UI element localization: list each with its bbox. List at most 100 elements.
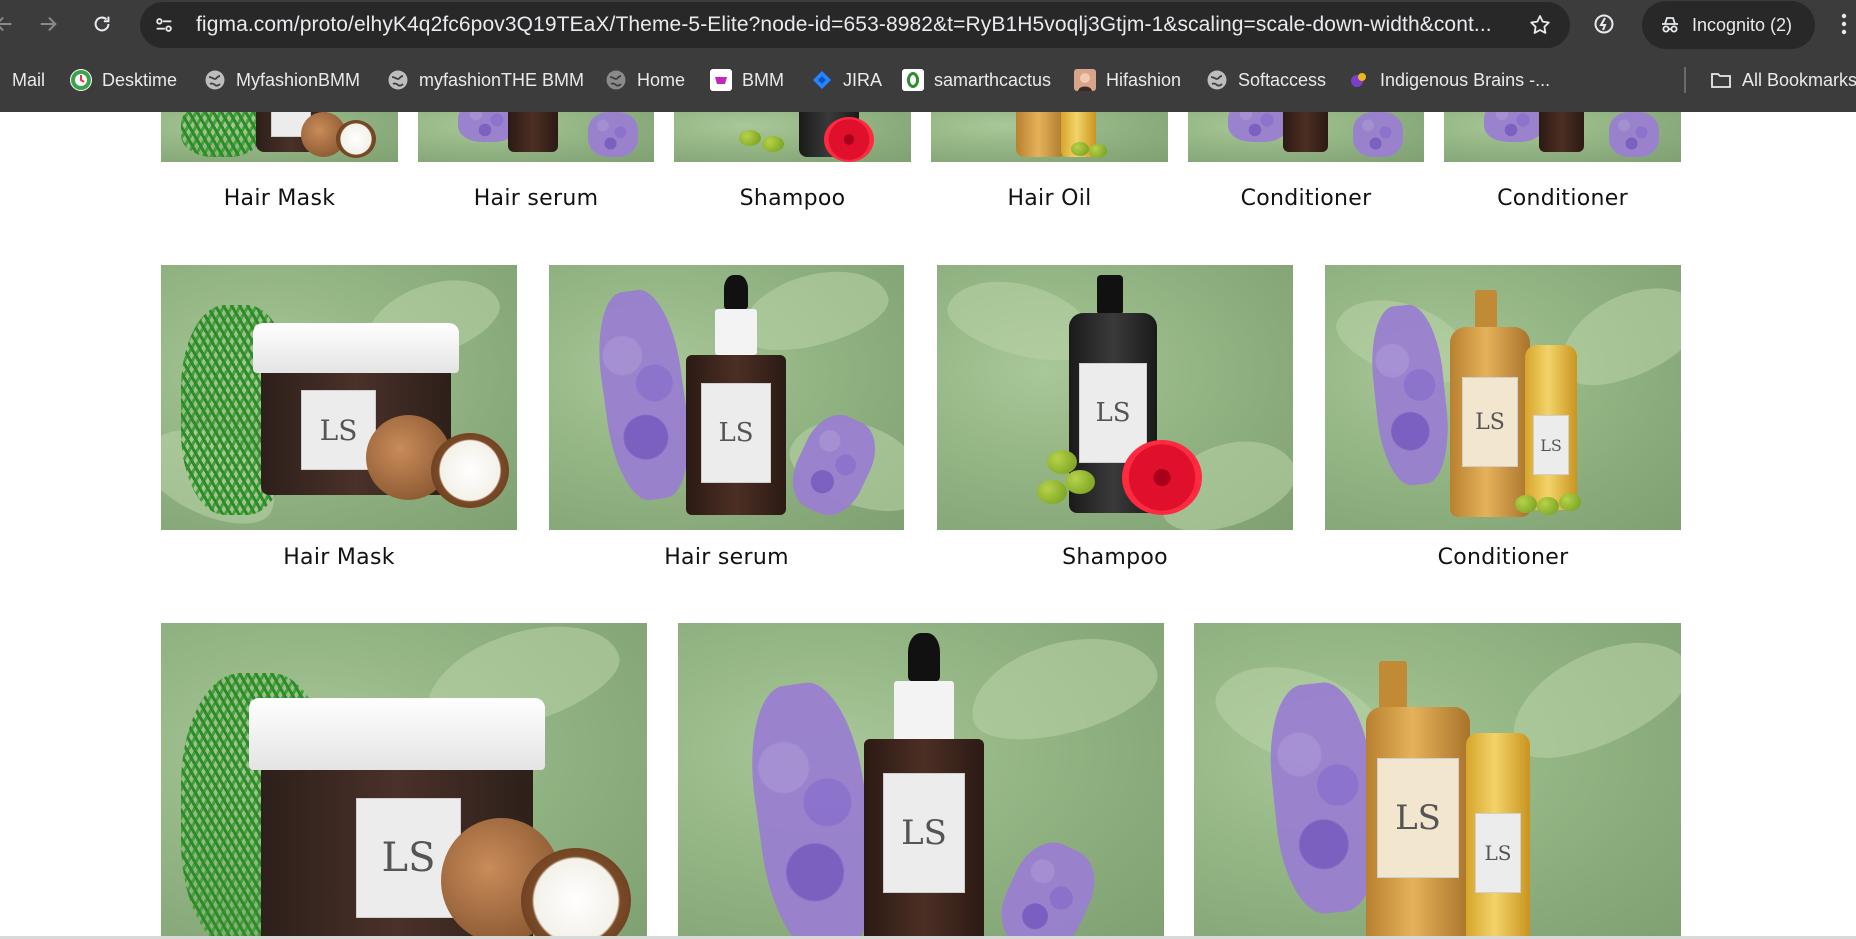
bookmark-softaccess[interactable]: Softaccess (1206, 60, 1326, 100)
bookmark-indigenous-brains[interactable]: Indigenous Brains -... (1348, 60, 1550, 100)
product-image (161, 112, 398, 162)
back-icon[interactable] (0, 8, 20, 40)
product-card[interactable]: Hair Oil (931, 112, 1168, 212)
product-image: LS (678, 623, 1164, 939)
product-name: Conditioner (1497, 186, 1628, 211)
bookmark-label: myfashionTHE BMM (419, 69, 585, 90)
bookmark-samarthcactus[interactable]: samarthcactus (902, 60, 1051, 100)
more-menu-icon[interactable] (1832, 8, 1856, 40)
product-name: Hair Mask (223, 186, 336, 211)
coconut-half (521, 848, 631, 939)
desktime-icon (70, 69, 92, 91)
product-name: Hair serum (664, 545, 789, 570)
product-name: Conditioner (1240, 186, 1372, 211)
bookmark-label: JIRA (843, 69, 883, 90)
incognito-icon (1658, 13, 1682, 37)
product-card[interactable]: LS (678, 623, 1164, 939)
product-card[interactable]: LS Shampoo (937, 265, 1293, 575)
dropper-bulb (724, 275, 748, 309)
all-bookmarks[interactable]: All Bookmarks (1710, 60, 1856, 100)
product-card[interactable]: Shampoo (674, 112, 911, 212)
bookmark-home[interactable]: Home (605, 60, 685, 100)
product-image: LS LS (1194, 623, 1681, 939)
dropper-neck (715, 309, 757, 355)
figma-prototype-page: Hair Mask Hair serum Shampoo Hair Oil Co… (0, 112, 1856, 939)
product-name: Conditioner (1437, 545, 1569, 570)
reload-icon[interactable] (86, 8, 118, 40)
globe-icon (387, 69, 409, 91)
ls-logo-label: LS (1475, 813, 1521, 893)
ls-logo-label: LS (1462, 377, 1518, 467)
product-image: LS (161, 623, 647, 939)
product-image: LS (937, 265, 1293, 530)
bookmark-label: Softaccess (1238, 69, 1327, 90)
url-text[interactable]: figma.com/proto/elhyK4q2fc6pov3Q19TEaX/T… (196, 2, 1506, 48)
address-bar[interactable]: figma.com/proto/elhyK4q2fc6pov3Q19TEaX/T… (140, 2, 1570, 48)
pump-top (1379, 661, 1407, 709)
product-name: Hair serum (473, 186, 599, 211)
bookmark-label: All Bookmarks (1742, 69, 1856, 90)
product-card[interactable]: Conditioner (1188, 112, 1424, 212)
product-card[interactable]: LS Hair serum (549, 265, 904, 575)
bookmark-label: BMM (742, 69, 784, 90)
bookmark-label: Desktime (102, 69, 178, 90)
pump-top (1475, 290, 1497, 330)
incognito-button[interactable]: Incognito (2) (1642, 1, 1815, 49)
product-name: Hair Mask (283, 545, 395, 570)
bookmark-label: Indigenous Brains -... (1380, 69, 1551, 90)
olive (1559, 493, 1581, 511)
dropper-neck (894, 681, 954, 741)
bookmark-myfashionthebmm[interactable]: myfashionTHE BMM (387, 60, 584, 100)
pump-top (1097, 275, 1123, 315)
ls-logo-label: LS (1377, 758, 1459, 878)
hifashion-icon (1074, 69, 1096, 91)
bookmark-label: Mail (12, 69, 46, 90)
bookmark-bmm[interactable]: BMM (710, 60, 784, 100)
dropper-bulb (908, 633, 940, 681)
product-name: Shampoo (1062, 545, 1168, 570)
performance-icon[interactable] (1588, 8, 1620, 40)
product-card[interactable]: LS LS Conditioner (1325, 265, 1681, 575)
globe-icon (605, 69, 627, 91)
jar-lid (253, 323, 459, 373)
incognito-label: Incognito (2) (1692, 14, 1793, 35)
bookmark-desktime[interactable]: Desktime (70, 60, 177, 100)
bookmark-mail[interactable]: Mail (12, 60, 45, 100)
product-card[interactable]: Conditioner (1444, 112, 1681, 212)
bookmark-myfashionbmm[interactable]: MyfashionBMM (204, 60, 360, 100)
ls-logo-label: LS (1533, 415, 1569, 475)
product-card[interactable]: Hair serum (418, 112, 654, 212)
browser-chrome: figma.com/proto/elhyK4q2fc6pov3Q19TEaX/T… (0, 0, 1856, 112)
product-card[interactable]: Hair Mask (161, 112, 398, 212)
product-image (1188, 112, 1424, 162)
site-settings-icon[interactable] (152, 13, 176, 37)
product-card[interactable]: LS (161, 623, 647, 939)
product-card[interactable]: LS LS (1194, 623, 1681, 939)
bookmark-label: Home (637, 69, 686, 90)
product-name: Hair Oil (1007, 186, 1092, 211)
bookmarks-bar: Mail Desktime MyfashionBMM myfashionTHE … (0, 60, 1856, 100)
product-image (418, 112, 654, 162)
folder-icon (1710, 69, 1732, 91)
product-image (674, 112, 911, 162)
bookmark-star-icon[interactable] (1528, 13, 1552, 37)
bookmark-jira[interactable]: JIRA (811, 60, 882, 100)
hibiscus-flower (1122, 440, 1202, 515)
product-image: LS LS (1325, 265, 1681, 530)
jar-lid (249, 698, 545, 770)
product-name: Shampoo (739, 186, 846, 211)
bookmarks-divider (1684, 67, 1686, 93)
olive (1537, 497, 1559, 515)
bookmark-hifashion[interactable]: Hifashion (1074, 60, 1181, 100)
toolbar: figma.com/proto/elhyK4q2fc6pov3Q19TEaX/T… (0, 0, 1856, 49)
bmm-icon (710, 69, 732, 91)
product-image (1444, 112, 1681, 162)
ls-logo-label: LS (301, 390, 376, 470)
ls-logo-label: LS (701, 383, 771, 483)
bookmark-label: MyfashionBMM (236, 69, 361, 90)
product-card[interactable]: LS Hair Mask (161, 265, 517, 575)
jira-icon (811, 69, 833, 91)
forward-icon[interactable] (32, 8, 64, 40)
lavender (589, 285, 699, 505)
product-image: LS (161, 265, 517, 530)
